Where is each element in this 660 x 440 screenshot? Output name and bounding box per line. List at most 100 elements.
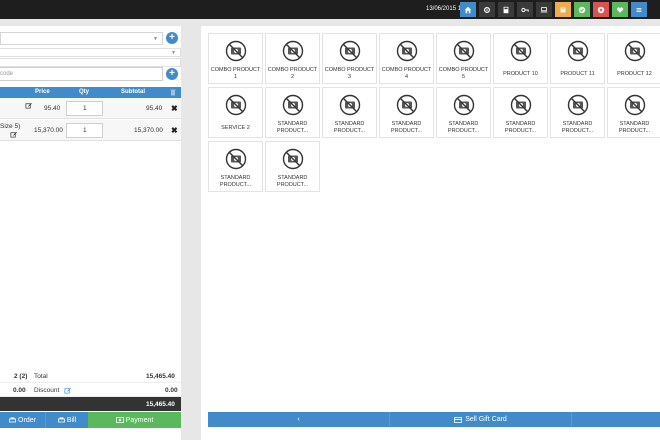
warehouse-select[interactable]: ▼ — [0, 48, 181, 57]
product-name: STANDARD PRODUCT... — [333, 121, 366, 134]
home-icon — [464, 6, 472, 13]
no-image-icon — [510, 94, 532, 116]
add-product-button[interactable]: + — [166, 68, 178, 80]
item-name: Size 5) — [0, 123, 21, 130]
money-icon — [115, 417, 124, 423]
gift-card-label: Sell Gift Card — [465, 416, 507, 423]
product-name: STANDARD PRODUCT... — [561, 121, 594, 134]
menu-button[interactable] — [631, 2, 647, 17]
product-tile[interactable]: STANDARD PRODUCT... — [550, 87, 605, 138]
order-table-header: Price Qty Subtotal — [0, 87, 181, 98]
item-price: 95.40 — [44, 105, 61, 112]
no-image-icon — [453, 94, 475, 116]
product-tile[interactable]: STANDARD PRODUCT... — [265, 141, 320, 192]
register-icon — [560, 7, 566, 12]
close-button[interactable] — [593, 2, 609, 17]
no-image-icon — [225, 148, 247, 170]
remove-item-icon[interactable]: ✖ — [171, 104, 178, 113]
printer-icon — [57, 417, 65, 423]
no-image-icon — [225, 94, 247, 116]
remove-item-icon[interactable]: ✖ — [171, 126, 178, 135]
payment-button[interactable]: Payment — [88, 412, 181, 428]
no-image-icon — [624, 94, 646, 116]
product-name: SERVICE 2 — [221, 125, 250, 131]
no-image-icon — [282, 94, 304, 116]
product-tile[interactable]: STANDARD PRODUCT... — [208, 141, 263, 192]
key-button[interactable] — [517, 2, 533, 17]
qty-input[interactable]: 1 — [66, 101, 103, 116]
next-button[interactable] — [572, 412, 660, 427]
total-label: Total — [34, 373, 48, 380]
no-image-icon — [396, 40, 418, 62]
grand-total-bar: 15,465.40 — [0, 397, 181, 411]
edit-icon[interactable] — [25, 102, 32, 109]
printer-icon — [9, 417, 16, 423]
customer-select[interactable]: ▼ — [0, 32, 163, 45]
order-actions: Order Bill Payment — [0, 412, 181, 428]
calculator-icon — [503, 6, 509, 13]
no-image-icon — [339, 40, 361, 62]
product-tile[interactable]: COMBO PRODUCT 1 — [208, 33, 263, 84]
bill-button[interactable]: Bill — [45, 412, 88, 428]
key-icon — [521, 7, 529, 12]
laptop-button[interactable] — [536, 2, 552, 17]
barcode-input[interactable]: code — [0, 67, 163, 81]
biller-select[interactable] — [0, 58, 181, 67]
heart-icon — [616, 6, 624, 13]
trash-icon[interactable] — [170, 89, 176, 98]
heart-button[interactable] — [612, 2, 628, 17]
total-row: 2 (2) Total 15,465.40 — [0, 370, 181, 383]
edit-discount-icon[interactable] — [64, 387, 71, 396]
previous-button[interactable]: ‹ — [208, 412, 390, 427]
no-image-icon — [624, 40, 646, 62]
bill-button-label: Bill — [66, 416, 77, 424]
product-name: STANDARD PRODUCT... — [219, 175, 252, 188]
product-tile[interactable]: COMBO PRODUCT 2 — [265, 33, 320, 84]
order-row: Size 5) 15,370.00 1 15,370.00 ✖ — [0, 120, 181, 141]
product-tile[interactable]: COMBO PRODUCT 5 — [436, 33, 491, 84]
product-tile[interactable]: STANDARD PRODUCT... — [379, 87, 434, 138]
product-tile[interactable]: PRODUCT 11 — [550, 33, 605, 84]
product-tile[interactable]: COMBO PRODUCT 3 — [322, 33, 377, 84]
product-name: STANDARD PRODUCT... — [276, 175, 309, 188]
no-image-icon — [453, 40, 475, 62]
close-icon — [597, 6, 605, 13]
discount-count: 0.00 — [13, 387, 26, 394]
price-header: Price — [35, 89, 50, 95]
calculator-button[interactable] — [498, 2, 514, 17]
product-tile[interactable]: PRODUCT 12 — [607, 33, 660, 84]
previous-label: ‹ — [297, 416, 300, 423]
product-tile[interactable]: STANDARD PRODUCT... — [436, 87, 491, 138]
grand-total-value: 15,465.40 — [146, 401, 175, 408]
order-button[interactable]: Order — [0, 412, 45, 428]
edit-icon[interactable] — [10, 131, 17, 138]
product-tile[interactable]: SERVICE 2 — [208, 87, 263, 138]
no-image-icon — [225, 40, 247, 62]
settings-button[interactable] — [479, 2, 495, 17]
no-image-icon — [282, 40, 304, 62]
product-tile[interactable]: STANDARD PRODUCT... — [322, 87, 377, 138]
product-name: STANDARD PRODUCT... — [504, 121, 537, 134]
no-image-icon — [282, 148, 304, 170]
register-button[interactable] — [555, 2, 571, 17]
product-tile[interactable]: COMBO PRODUCT 4 — [379, 33, 434, 84]
qty-input[interactable]: 1 — [66, 123, 103, 138]
product-tile[interactable]: STANDARD PRODUCT... — [493, 87, 548, 138]
qty-header: Qty — [79, 89, 90, 95]
sell-gift-card-button[interactable]: Sell Gift Card — [390, 412, 572, 427]
product-tile[interactable]: STANDARD PRODUCT... — [607, 87, 660, 138]
product-tile[interactable]: STANDARD PRODUCT... — [265, 87, 320, 138]
product-name: PRODUCT 12 — [617, 71, 652, 77]
no-image-icon — [339, 94, 361, 116]
items-count: 2 (2) — [14, 373, 28, 380]
home-button[interactable] — [460, 2, 476, 17]
product-tile[interactable]: PRODUCT 10 — [493, 33, 548, 84]
payment-button-label: Payment — [125, 416, 154, 424]
add-customer-button[interactable]: + — [166, 32, 178, 44]
product-name: STANDARD PRODUCT... — [618, 121, 651, 134]
check-button[interactable] — [574, 2, 590, 17]
item-subtotal: 95.40 — [146, 105, 163, 112]
subtotal-header: Subtotal — [121, 89, 145, 95]
product-name: STANDARD PRODUCT... — [390, 121, 423, 134]
product-name: COMBO PRODUCT 5 — [438, 67, 489, 80]
